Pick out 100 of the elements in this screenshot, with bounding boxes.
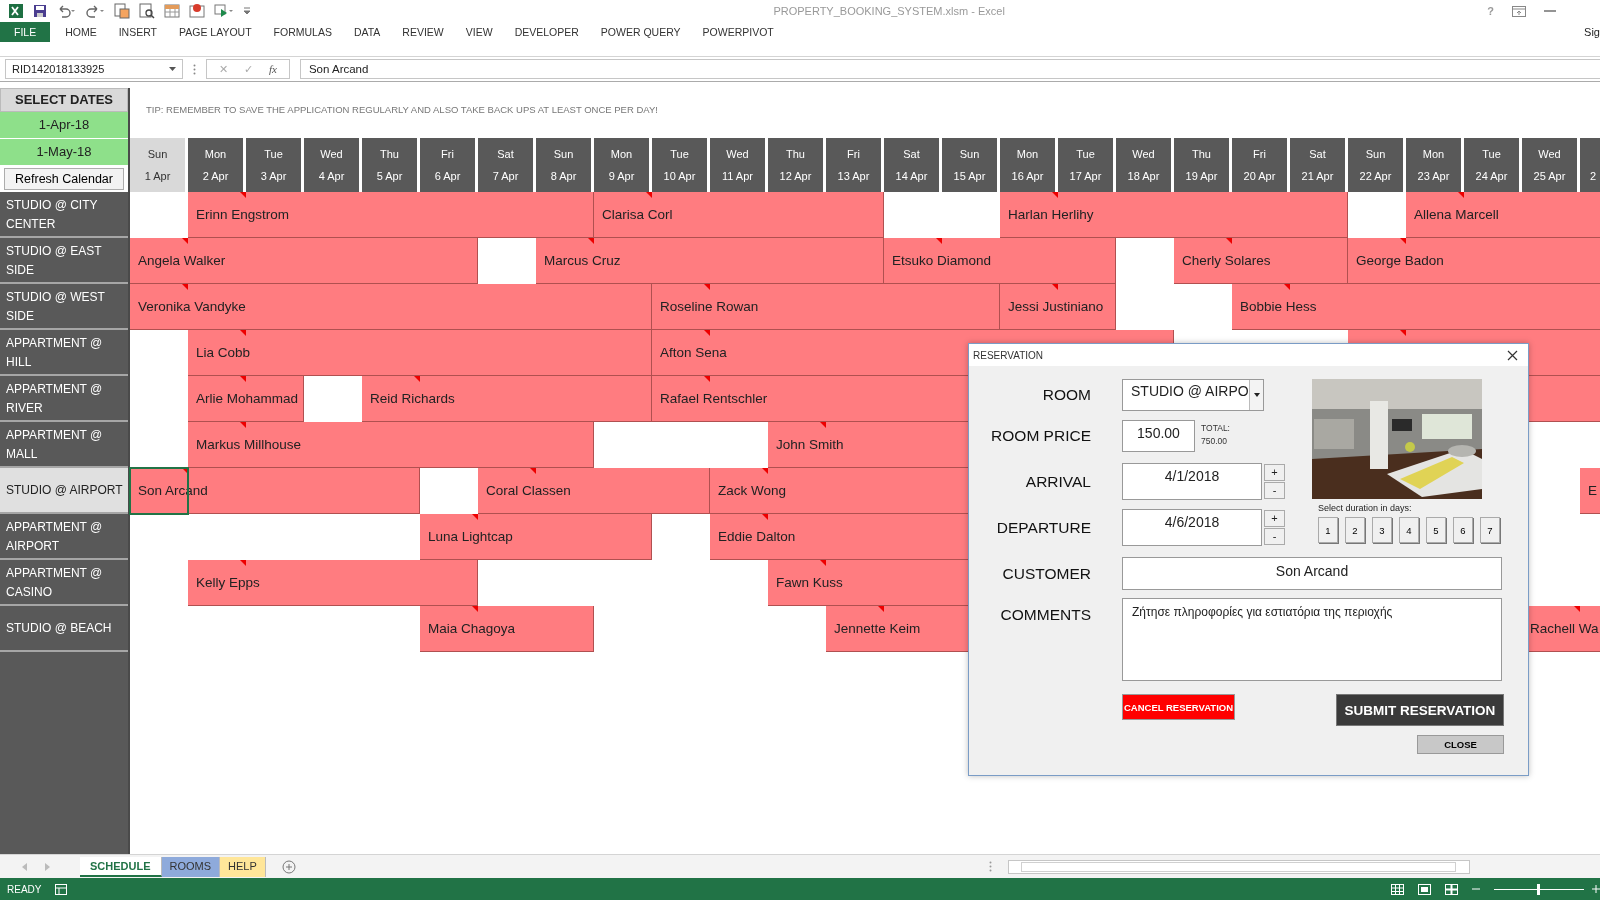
room-label[interactable]: APPARTMENT @ HILL (0, 330, 128, 376)
spin-button[interactable]: + (1264, 510, 1285, 527)
ribbon-display-icon[interactable] (1512, 5, 1526, 17)
booking-bar[interactable]: Coral Classen (478, 468, 710, 514)
save-icon[interactable] (33, 4, 47, 18)
booking-bar[interactable]: Allena Marcell (1406, 192, 1600, 238)
comment-marker-icon (704, 284, 710, 290)
booking-bar[interactable]: Etsuko Diamond (884, 238, 1116, 284)
form-icon[interactable] (114, 3, 130, 19)
page-break-icon[interactable] (1445, 883, 1458, 895)
table-icon[interactable] (164, 3, 180, 19)
customize-caret-icon[interactable] (243, 7, 251, 15)
booking-bar[interactable]: Marcus Cruz (536, 238, 884, 284)
booking-bar[interactable]: Markus Millhouse (188, 422, 594, 468)
booking-bar[interactable]: E (1580, 468, 1600, 514)
comment-marker-icon (182, 284, 188, 290)
booking-bar[interactable]: Harlan Herlihy (1000, 192, 1348, 238)
ribbon-tab[interactable]: REVIEW (391, 22, 455, 42)
cancel-reservation-button[interactable]: CANCEL RESERVATION (1122, 694, 1235, 720)
room-label[interactable]: APPARTMENT @ RIVER (0, 376, 128, 422)
ribbon-tab[interactable]: DEVELOPER (503, 22, 590, 42)
ribbon-tab[interactable]: VIEW (454, 22, 504, 42)
record-icon[interactable] (189, 3, 205, 19)
page-layout-icon[interactable] (1418, 883, 1431, 895)
booking-bar[interactable]: Veronika Vandyke (130, 284, 652, 330)
close-button[interactable]: CLOSE (1417, 735, 1504, 754)
booking-bar[interactable]: Reid Richards (362, 376, 652, 422)
ribbon-tab[interactable]: HOME (54, 22, 108, 42)
booking-bar[interactable]: George Badon (1348, 238, 1600, 284)
minimize-icon[interactable] (1544, 9, 1556, 13)
splitter-dots-icon[interactable] (989, 861, 992, 872)
add-sheet-icon[interactable] (281, 859, 296, 874)
room-label[interactable]: APPARTMENT @ CASINO (0, 560, 128, 606)
horizontal-scrollbar[interactable] (1008, 859, 1470, 874)
macro-recording-icon[interactable] (55, 883, 68, 895)
duration-button[interactable]: 4 (1399, 517, 1419, 543)
booking-bar[interactable]: Kelly Epps (188, 560, 478, 606)
date-label: 11 Apr (722, 169, 753, 182)
insert-function-button[interactable]: fx (269, 63, 277, 75)
duration-button[interactable]: 6 (1453, 517, 1473, 543)
refresh-calendar-button[interactable]: Refresh Calendar (4, 168, 124, 190)
booking-bar[interactable]: Erinn Engstrom (188, 192, 594, 238)
booking-bar[interactable]: Luna Lightcap (420, 514, 652, 560)
price-field[interactable]: 150.00 (1122, 420, 1195, 452)
booking-bar[interactable]: Roseline Rowan (652, 284, 1000, 330)
end-date-cell[interactable]: 1-May-18 (0, 139, 128, 166)
comments-field[interactable]: Ζήτησε πληροφορίες για εστιατόρια της περιοχής (1122, 598, 1502, 681)
comment-marker-icon (240, 192, 246, 198)
normal-view-icon[interactable] (1391, 883, 1404, 895)
submit-reservation-button[interactable]: SUBMIT RESERVATION (1336, 694, 1504, 726)
spin-button[interactable]: - (1264, 482, 1285, 499)
spin-button[interactable]: + (1264, 464, 1285, 481)
start-date-cell[interactable]: 1-Apr-18 (0, 112, 128, 139)
duration-button[interactable]: 3 (1372, 517, 1392, 543)
formula-input[interactable]: Son Arcand (299, 59, 1600, 79)
booking-bar[interactable]: Maia Chagoya (420, 606, 594, 652)
close-icon[interactable] (1507, 349, 1518, 361)
comment-marker-icon (1574, 606, 1580, 612)
name-box[interactable]: RID142018133925 (5, 59, 183, 79)
booking-bar[interactable]: Bobbie Hess (1232, 284, 1600, 330)
macro-icon[interactable] (214, 3, 234, 19)
room-dropdown[interactable]: STUDIO @ AIRPO (1122, 379, 1264, 411)
booking-bar[interactable]: Lia Cobb (188, 330, 652, 376)
ribbon-tab[interactable]: DATA (342, 22, 392, 42)
room-label[interactable]: STUDIO @ AIRPORT (0, 468, 128, 514)
splitter-dots-icon[interactable] (193, 63, 196, 75)
room-label[interactable]: STUDIO @ BEACH (0, 606, 128, 652)
booking-bar[interactable]: Arlie Mohammad (188, 376, 304, 422)
departure-date-field[interactable]: 4/6/2018 (1122, 509, 1262, 546)
booking-bar[interactable]: Cherly Solares (1174, 238, 1348, 284)
duration-button[interactable]: 1 (1318, 517, 1338, 543)
zoom-out-icon[interactable] (1472, 885, 1480, 893)
booking-bar[interactable]: Angela Walker (130, 238, 478, 284)
room-label[interactable]: APPARTMENT @ AIRPORT (0, 514, 128, 560)
sheet-tab[interactable]: SCHEDULE (80, 856, 162, 877)
ribbon-tab[interactable]: FORMULAS (262, 22, 343, 42)
ribbon-tab[interactable]: PAGE LAYOUT (168, 22, 263, 42)
redo-icon[interactable] (85, 4, 105, 18)
room-label[interactable]: STUDIO @ EAST SIDE (0, 238, 128, 284)
guest-name: Erinn Engstrom (195, 207, 290, 222)
ribbon-tab[interactable]: FILE (0, 22, 51, 42)
spin-button[interactable]: - (1264, 528, 1285, 545)
sheet-tab[interactable]: ROOMS (161, 856, 221, 877)
customer-field[interactable]: Son Arcand (1122, 557, 1502, 590)
duration-button[interactable]: 2 (1345, 517, 1365, 543)
booking-bar[interactable]: Clarisa Corl (594, 192, 884, 238)
ribbon-tab[interactable]: POWERPIVOT (691, 22, 785, 42)
weekday-label: Sun (959, 148, 980, 162)
room-label[interactable]: STUDIO @ WEST SIDE (0, 284, 128, 330)
zoom-page-icon[interactable] (139, 3, 155, 19)
ribbon-tab[interactable]: POWER QUERY (589, 22, 692, 42)
zoom-in-icon[interactable] (1592, 885, 1600, 893)
arrival-date-field[interactable]: 4/1/2018 (1122, 463, 1262, 500)
sheet-tab[interactable]: HELP (220, 856, 266, 877)
ribbon-tab[interactable]: INSERT (107, 22, 168, 42)
duration-button[interactable]: 5 (1426, 517, 1446, 543)
duration-button[interactable]: 7 (1480, 517, 1500, 543)
room-label[interactable]: STUDIO @ CITY CENTER (0, 192, 128, 238)
sign-in-link[interactable]: Sig (1584, 26, 1600, 38)
booking-bar[interactable]: Jessi Justiniano (1000, 284, 1116, 330)
